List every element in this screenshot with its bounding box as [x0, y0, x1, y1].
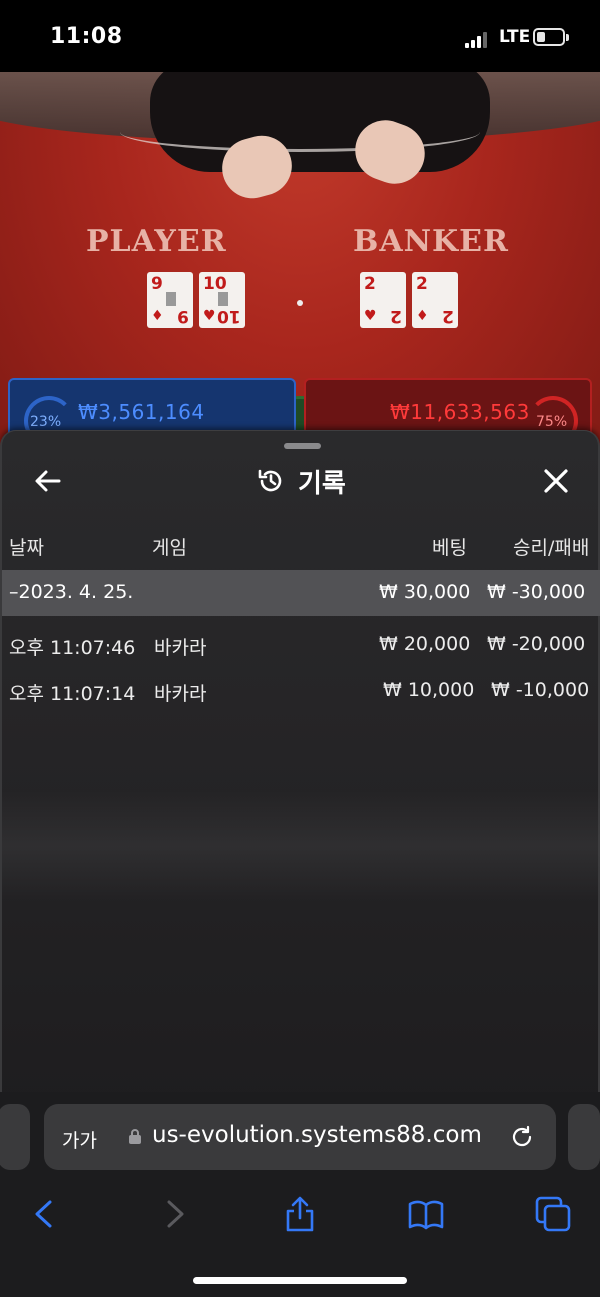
banker-card-1: 2 ♥ 2	[360, 272, 406, 328]
history-row[interactable]: 오후 11:07:46 바카라 ₩ 20,000 ₩ -20,000	[2, 622, 600, 666]
lock-icon	[129, 1129, 141, 1144]
back-button[interactable]	[32, 465, 64, 497]
col-header-result: 승리/패배	[513, 537, 590, 559]
status-time: 11:08	[50, 24, 123, 49]
close-icon	[544, 469, 568, 493]
forward-icon[interactable]	[155, 1194, 195, 1234]
banker-card-2: 2 ♦ 2	[412, 272, 458, 328]
group-date: –2023. 4. 25.	[9, 581, 134, 603]
row-bet: ₩ 10,000	[383, 679, 475, 701]
row-result: ₩ -10,000	[491, 679, 590, 701]
share-icon[interactable]	[280, 1194, 320, 1234]
history-icon	[258, 469, 282, 492]
center-marker	[297, 300, 303, 306]
row-result: ₩ -20,000	[487, 633, 586, 655]
sheet-title: 기록	[256, 463, 346, 499]
group-bet-total: ₩ 30,000	[379, 581, 471, 603]
back-icon[interactable]	[24, 1194, 64, 1234]
signal-icon	[465, 32, 491, 48]
history-row[interactable]: 오후 11:07:14 바카라 ₩ 10,000 ₩ -10,000	[2, 668, 600, 712]
group-result-total: ₩ -30,000	[487, 581, 586, 603]
row-time: 오후 11:07:46	[9, 637, 136, 659]
col-header-game: 게임	[152, 537, 187, 559]
previous-tab-preview[interactable]	[0, 1104, 30, 1170]
network-type: LTE	[499, 27, 531, 47]
address-bar[interactable]: 가가 us-evolution.systems88.com	[44, 1104, 556, 1170]
history-title: 기록	[298, 468, 346, 499]
background-blur	[2, 791, 600, 901]
history-sheet: 기록 날짜 게임 베팅 승리/패배 –2023. 4. 25. ₩ 30,000…	[0, 430, 600, 1110]
arrow-left-icon	[35, 470, 61, 492]
banker-bet-percent: 75%	[536, 414, 568, 430]
home-indicator[interactable]	[193, 1277, 407, 1284]
row-bet: ₩ 20,000	[379, 633, 471, 655]
browser-bottom-bar: 가가 us-evolution.systems88.com	[0, 1092, 600, 1297]
row-time: 오후 11:07:14	[9, 683, 136, 705]
row-game: 바카라	[154, 683, 207, 705]
battery-icon	[533, 28, 569, 46]
player-label: PLAYER	[86, 224, 227, 259]
url-text: us-evolution.systems88.com	[152, 1122, 482, 1148]
tabs-icon[interactable]	[533, 1194, 573, 1234]
col-header-bet: 베팅	[432, 537, 467, 559]
sheet-grabber[interactable]	[284, 443, 321, 449]
sheet-header: 기록	[2, 459, 600, 503]
player-card-1: 9 ♦ 9	[147, 272, 193, 328]
reload-icon	[512, 1125, 532, 1147]
player-card-2: 10 ♥ 10	[199, 272, 245, 328]
close-button[interactable]	[540, 465, 572, 497]
browser-toolbar	[0, 1190, 600, 1238]
history-column-headers: 날짜 게임 베팅 승리/패배	[2, 531, 600, 561]
banker-label: BANKER	[353, 224, 509, 259]
next-tab-preview[interactable]	[568, 1104, 600, 1170]
player-bet-percent: 23%	[30, 414, 62, 430]
col-header-date: 날짜	[9, 537, 44, 559]
player-bet-amount: ₩3,561,164	[78, 400, 205, 424]
date-group-row[interactable]: –2023. 4. 25. ₩ 30,000 ₩ -30,000	[2, 570, 600, 616]
row-game: 바카라	[154, 637, 207, 659]
status-bar: 11:08 LTE	[0, 0, 600, 72]
bookmarks-icon[interactable]	[406, 1194, 446, 1234]
baccarat-table-video: PLAYER BANKER 9 ♦ 9 10 ♥ 10 2 ♥ 2 2 ♦ 2 23% ₩3,5…	[0, 72, 600, 492]
felt-arc	[120, 112, 480, 152]
banker-bet-amount: ₩11,633,563	[390, 400, 530, 424]
text-size-button[interactable]: 가가	[62, 1126, 97, 1153]
